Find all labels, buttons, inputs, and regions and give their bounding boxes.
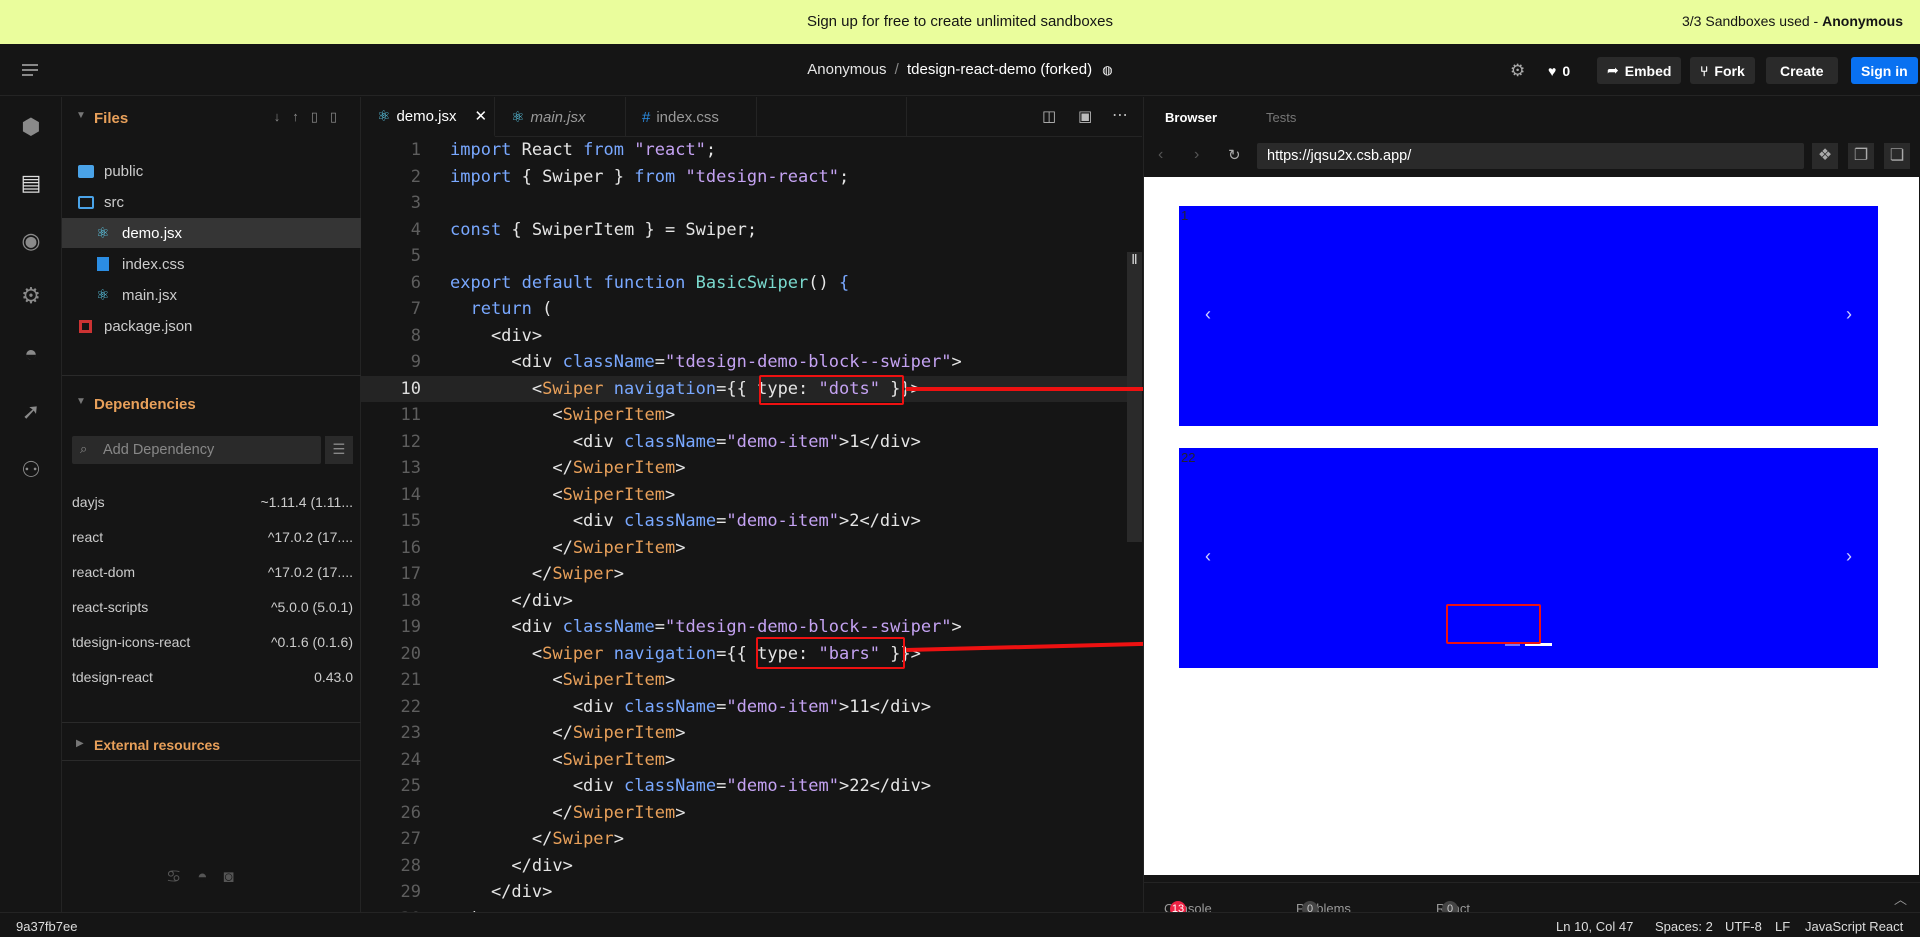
chevron-right-icon[interactable]: › — [1846, 546, 1852, 567]
swiper-item-label: 1 — [1181, 208, 1189, 223]
commit-hash: 9a37fb7ee — [16, 919, 78, 934]
swiper-item-label: 22 — [1181, 450, 1196, 465]
chevron-left-icon[interactable]: ‹ — [1205, 546, 1211, 567]
indentation[interactable]: Spaces: 2 — [1655, 919, 1713, 934]
refresh-icon[interactable]: ↻ — [1228, 146, 1241, 164]
url-input[interactable]: https://jqsu2x.csb.app/ — [1257, 143, 1804, 169]
preview-bottom-bar: Console13 Problems0 React DevTools0 ︿ — [1144, 882, 1920, 931]
annotation-box-bars — [756, 637, 905, 669]
forward-arrow-icon[interactable]: › — [1194, 146, 1199, 164]
language-mode[interactable]: JavaScript React — [1805, 919, 1903, 934]
preview-panel: Browser Tests ‹ › ↻ https://jqsu2x.csb.a… — [1143, 97, 1920, 931]
chevron-right-icon[interactable]: › — [1846, 304, 1852, 325]
encoding[interactable]: UTF-8 — [1725, 919, 1762, 934]
nav-bar-inactive[interactable] — [1505, 644, 1520, 646]
tab-tests[interactable]: Tests — [1266, 110, 1296, 125]
chevron-left-icon[interactable]: ‹ — [1205, 304, 1211, 325]
copy-icon[interactable]: ❐ — [1848, 143, 1874, 169]
chevron-up-icon[interactable]: ︿ — [1894, 889, 1907, 908]
preview-tabs: Browser Tests — [1144, 97, 1920, 137]
back-arrow-icon[interactable]: ‹ — [1158, 146, 1163, 164]
cursor-position[interactable]: Ln 10, Col 47 — [1556, 919, 1633, 934]
tab-browser[interactable]: Browser — [1165, 110, 1217, 125]
swiper-dots: 1 ‹ › — [1179, 206, 1878, 426]
line-ending[interactable]: LF — [1775, 919, 1790, 934]
new-window-icon[interactable]: ❏ — [1884, 143, 1910, 169]
annotation-box-dots — [759, 375, 904, 405]
codesandbox-icon[interactable]: ❖ — [1812, 143, 1838, 169]
annotation-box-navigation — [1446, 604, 1541, 644]
browser-url-bar: ‹ › ↻ https://jqsu2x.csb.app/ ❖ ❐ ❏ — [1144, 137, 1920, 175]
status-bar: 9a37fb7ee Ln 10, Col 47 Spaces: 2 UTF-8 … — [0, 912, 1920, 937]
preview-frame[interactable]: 1 ‹ › 22 ‹ › — [1144, 177, 1919, 875]
